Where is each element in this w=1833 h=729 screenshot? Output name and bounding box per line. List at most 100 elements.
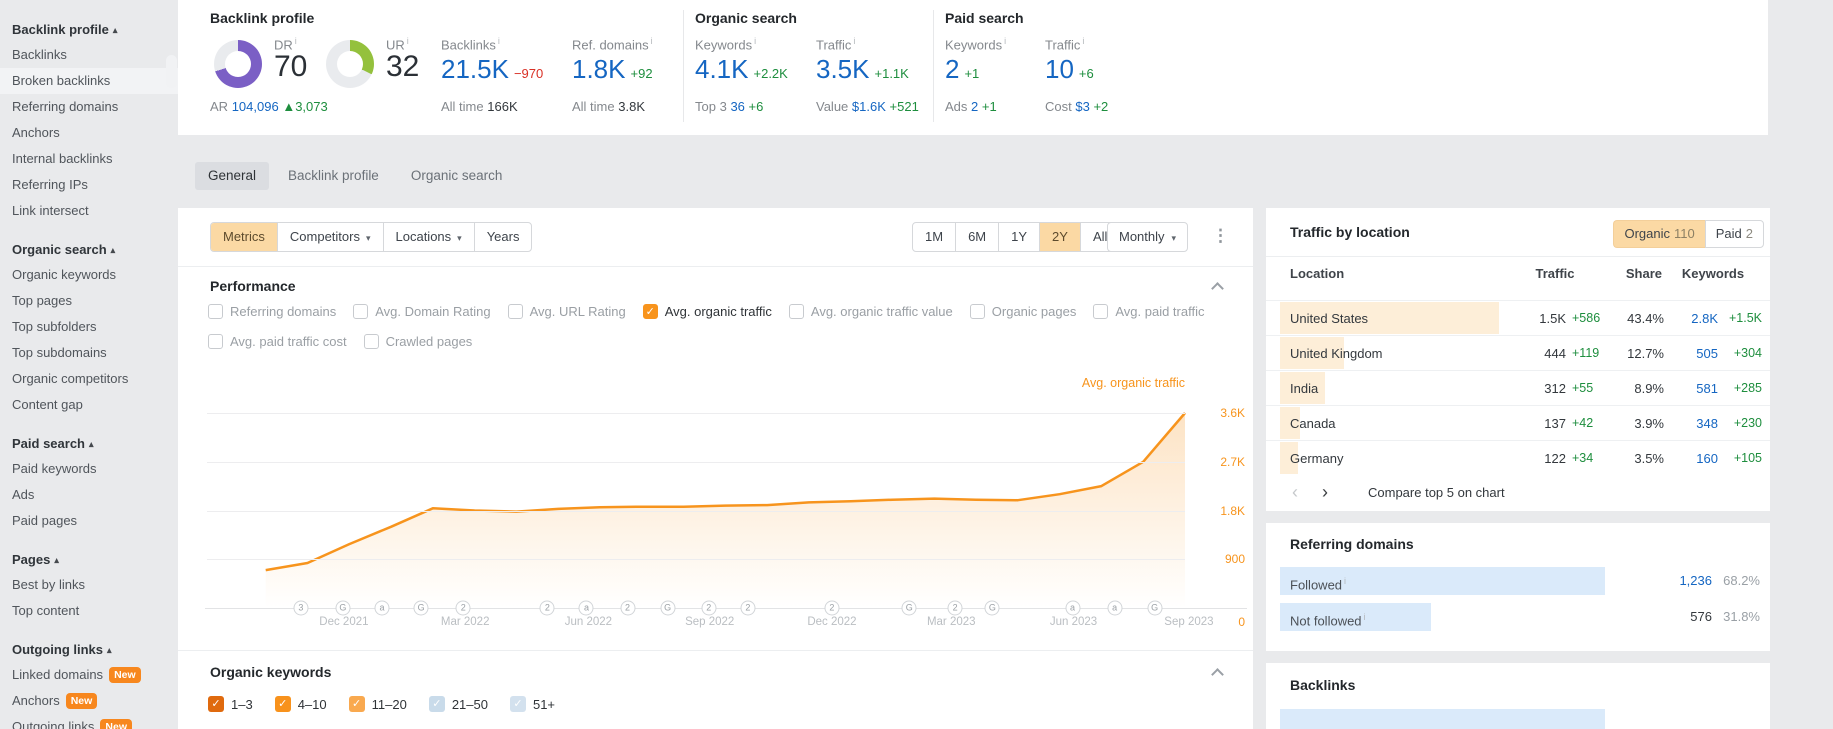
sidebar-item-ads[interactable]: Ads bbox=[0, 482, 178, 508]
sidebar-item-top-content[interactable]: Top content bbox=[0, 598, 178, 624]
checkbox-organic-pages[interactable]: Organic pages bbox=[969, 304, 1076, 319]
sidebar-item-broken-backlinks[interactable]: Broken backlinks bbox=[0, 68, 178, 94]
column-share[interactable]: Share bbox=[1606, 266, 1662, 281]
event-marker-icon[interactable]: a bbox=[578, 600, 594, 616]
keywords-link[interactable]: 581 bbox=[1664, 381, 1718, 396]
locations-filter-button[interactable]: Locations ▾ bbox=[382, 223, 474, 251]
sidebar-item-outgoing-anchors[interactable]: Anchors New bbox=[0, 688, 178, 714]
checkbox-avg-domain-rating[interactable]: Avg. Domain Rating bbox=[353, 304, 491, 319]
event-marker-icon[interactable]: a bbox=[1107, 600, 1123, 616]
sidebar-item-outgoing-links[interactable]: Outgoing links New bbox=[0, 714, 178, 729]
event-marker-icon[interactable]: G bbox=[1147, 600, 1163, 616]
keywords-link[interactable]: 348 bbox=[1664, 416, 1718, 431]
sidebar-section-paid-search[interactable]: Paid search ▴ bbox=[0, 432, 178, 456]
sidebar-item-linked-domains[interactable]: Linked domains New bbox=[0, 662, 178, 688]
tab-backlink-profile[interactable]: Backlink profile bbox=[275, 162, 392, 190]
event-marker-icon[interactable]: 2 bbox=[539, 600, 555, 616]
collapse-organic-keywords-icon[interactable] bbox=[1211, 668, 1224, 681]
sidebar-section-outgoing-links[interactable]: Outgoing links ▴ bbox=[0, 638, 178, 662]
sidebar-item-content-gap[interactable]: Content gap bbox=[0, 392, 178, 418]
sidebar-collapse-handle[interactable] bbox=[166, 55, 177, 88]
info-icon[interactable]: i bbox=[1082, 36, 1084, 46]
event-marker-icon[interactable]: G bbox=[335, 600, 351, 616]
info-icon[interactable]: i bbox=[651, 36, 653, 46]
sidebar-item-link-intersect[interactable]: Link intersect bbox=[0, 198, 178, 224]
range-2y-button[interactable]: 2Y bbox=[1039, 223, 1080, 251]
sidebar-item-paid-pages[interactable]: Paid pages bbox=[0, 508, 178, 534]
years-filter-button[interactable]: Years bbox=[473, 223, 532, 251]
sidebar-item-top-pages[interactable]: Top pages bbox=[0, 288, 178, 314]
cost-value-link[interactable]: $3 bbox=[1075, 99, 1089, 114]
backlinks-row[interactable] bbox=[1266, 707, 1770, 729]
followed-count-link[interactable]: 1,236 bbox=[1679, 565, 1712, 597]
followed-row[interactable]: Followed i 1,236 68.2% bbox=[1266, 565, 1770, 597]
more-options-icon[interactable]: ⋮ bbox=[1212, 226, 1229, 246]
ar-value-link[interactable]: 104,096 bbox=[232, 99, 279, 114]
info-icon[interactable]: i bbox=[498, 36, 500, 46]
paid-keywords-value-link[interactable]: 2 bbox=[945, 54, 959, 84]
sidebar-item-best-by-links[interactable]: Best by links bbox=[0, 572, 178, 598]
ref-domains-value-link[interactable]: 1.8K bbox=[572, 54, 626, 84]
top3-value-link[interactable]: 36 bbox=[730, 99, 744, 114]
checkbox-crawled-pages[interactable]: Crawled pages bbox=[363, 334, 472, 349]
info-icon[interactable]: i bbox=[1364, 612, 1366, 622]
column-traffic[interactable]: Traffic bbox=[1504, 266, 1606, 281]
event-marker-icon[interactable]: 2 bbox=[947, 600, 963, 616]
event-marker-icon[interactable]: 2 bbox=[701, 600, 717, 616]
checkbox-referring-domains[interactable]: Referring domains bbox=[208, 304, 336, 319]
table-row-united-states[interactable]: United States 1.5K +586 43.4% 2.8K +1.5K bbox=[1266, 300, 1770, 335]
info-icon[interactable]: i bbox=[853, 36, 855, 46]
column-keywords[interactable]: Keywords bbox=[1662, 266, 1770, 281]
metrics-filter-button[interactable]: Metrics bbox=[211, 223, 277, 251]
sidebar-section-organic-search[interactable]: Organic search ▴ bbox=[0, 238, 178, 262]
event-marker-icon[interactable]: 3 bbox=[293, 600, 309, 616]
info-icon[interactable]: i bbox=[1004, 36, 1006, 46]
traffic-value-link[interactable]: $1.6K bbox=[852, 99, 886, 114]
tab-organic-search[interactable]: Organic search bbox=[398, 162, 516, 190]
tab-general[interactable]: General bbox=[195, 162, 270, 190]
event-marker-icon[interactable]: G bbox=[901, 600, 917, 616]
checkbox-pos-4-10[interactable]: 4–10 bbox=[274, 696, 327, 712]
compare-top5-link[interactable]: Compare top 5 on chart bbox=[1368, 485, 1505, 500]
table-row-india[interactable]: India 312 +55 8.9% 581 +285 bbox=[1266, 370, 1770, 405]
paid-toggle-button[interactable]: Paid 2 bbox=[1704, 220, 1764, 248]
table-row-united-kingdom[interactable]: United Kingdom 444 +119 12.7% 505 +304 bbox=[1266, 335, 1770, 370]
range-1y-button[interactable]: 1Y bbox=[998, 223, 1039, 251]
sidebar-item-referring-ips[interactable]: Referring IPs bbox=[0, 172, 178, 198]
event-marker-icon[interactable]: 2 bbox=[455, 600, 471, 616]
sidebar-item-top-subfolders[interactable]: Top subfolders bbox=[0, 314, 178, 340]
event-marker-icon[interactable]: G bbox=[984, 600, 1000, 616]
sidebar-item-internal-backlinks[interactable]: Internal backlinks bbox=[0, 146, 178, 172]
sidebar-item-anchors[interactable]: Anchors bbox=[0, 120, 178, 146]
paid-traffic-value-link[interactable]: 10 bbox=[1045, 54, 1074, 84]
sidebar-item-organic-keywords[interactable]: Organic keywords bbox=[0, 262, 178, 288]
keywords-link[interactable]: 505 bbox=[1664, 346, 1718, 361]
organic-toggle-button[interactable]: Organic 110 bbox=[1613, 220, 1705, 248]
keywords-link[interactable]: 2.8K bbox=[1664, 311, 1718, 326]
event-marker-icon[interactable]: G bbox=[660, 600, 676, 616]
checkbox-pos-21-50[interactable]: 21–50 bbox=[428, 696, 488, 712]
info-icon[interactable]: i bbox=[407, 36, 409, 46]
column-location[interactable]: Location bbox=[1266, 266, 1504, 281]
checkbox-avg-paid-traffic-cost[interactable]: Avg. paid traffic cost bbox=[208, 334, 347, 349]
event-marker-icon[interactable]: G bbox=[413, 600, 429, 616]
checkbox-pos-51plus[interactable]: 51+ bbox=[509, 696, 555, 712]
checkbox-pos-11-20[interactable]: 11–20 bbox=[348, 696, 407, 712]
organic-keywords-value-link[interactable]: 4.1K bbox=[695, 54, 749, 84]
sidebar-item-paid-keywords[interactable]: Paid keywords bbox=[0, 456, 178, 482]
checkbox-pos-1-3[interactable]: 1–3 bbox=[208, 696, 253, 712]
info-icon[interactable]: i bbox=[1344, 576, 1346, 586]
checkbox-avg-paid-traffic[interactable]: Avg. paid traffic bbox=[1093, 304, 1204, 319]
range-1m-button[interactable]: 1M bbox=[913, 223, 955, 251]
not-followed-row[interactable]: Not followed i 576 31.8% bbox=[1266, 601, 1770, 633]
sidebar-section-pages[interactable]: Pages ▴ bbox=[0, 548, 178, 572]
organic-traffic-line-chart[interactable] bbox=[178, 398, 1253, 613]
prev-page-icon[interactable]: ‹ bbox=[1280, 482, 1310, 503]
event-marker-icon[interactable]: a bbox=[374, 600, 390, 616]
event-marker-icon[interactable]: 2 bbox=[824, 600, 840, 616]
sidebar-item-backlinks[interactable]: Backlinks bbox=[0, 42, 178, 68]
range-6m-button[interactable]: 6M bbox=[955, 223, 998, 251]
table-row-canada[interactable]: Canada 137 +42 3.9% 348 +230 bbox=[1266, 405, 1770, 440]
info-icon[interactable]: i bbox=[295, 36, 297, 46]
event-marker-icon[interactable]: 2 bbox=[740, 600, 756, 616]
